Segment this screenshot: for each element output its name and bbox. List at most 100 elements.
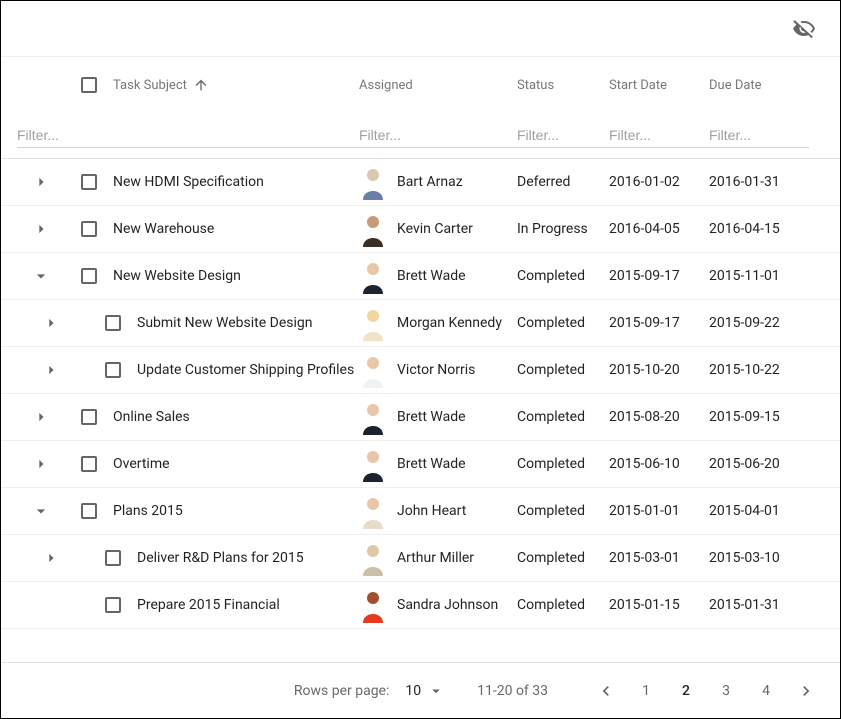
chevron-right-icon[interactable] [41,360,61,380]
status-cell: Completed [517,456,609,472]
row-checkbox[interactable] [105,362,121,378]
filter-due-input[interactable] [709,123,809,148]
chevron-right-icon[interactable] [41,548,61,568]
status-cell: Completed [517,550,609,566]
next-page-button[interactable] [788,673,824,709]
due-date-cell: 2015-09-22 [709,315,809,331]
expand-cell[interactable] [17,407,65,427]
assigned-cell: Kevin Carter [359,211,517,247]
subject-text: Prepare 2015 Financial [137,597,280,613]
assigned-cell: Morgan Kennedy [359,305,517,341]
expand-cell[interactable] [17,313,89,333]
header-subject[interactable]: Task Subject [113,77,359,93]
header-select-all[interactable] [65,77,113,93]
column-header-row: Task Subject Assigned Status Start Date … [1,57,840,113]
header-assigned[interactable]: Assigned [359,78,517,93]
table-row: Prepare 2015 Financial Sandra Johnson Comp… [1,582,840,629]
row-checkbox[interactable] [81,456,97,472]
chevron-right-icon[interactable] [31,172,51,192]
due-date-cell: 2015-10-22 [709,362,809,378]
chevron-right-icon[interactable] [31,219,51,239]
chevron-right-icon[interactable] [31,407,51,427]
subject-cell: Deliver R&D Plans for 2015 [137,550,359,566]
header-start-date[interactable]: Start Date [609,78,709,93]
expand-cell[interactable] [17,501,65,521]
expand-cell[interactable] [17,172,65,192]
row-checkbox[interactable] [105,550,121,566]
header-start-label: Start Date [609,78,667,93]
row-checkbox[interactable] [105,315,121,331]
start-date-cell: 2016-01-02 [609,174,709,190]
subject-cell: Prepare 2015 Financial [137,597,359,613]
assigned-cell: Bart Arnaz [359,164,517,200]
toolbar [1,1,840,57]
due-date-cell: 2016-04-15 [709,221,809,237]
header-due-date[interactable]: Due Date [709,78,809,93]
header-status[interactable]: Status [517,78,609,93]
visibility-off-icon[interactable] [792,17,816,41]
row-checkbox[interactable] [81,174,97,190]
row-checkbox[interactable] [105,597,121,613]
status-cell: Completed [517,409,609,425]
expand-cell[interactable] [17,360,89,380]
start-date-cell: 2015-09-17 [609,268,709,284]
checkbox-cell[interactable] [89,597,137,613]
start-date-text: 2015-01-01 [609,503,680,519]
assigned-name: Brett Wade [397,456,466,472]
checkbox-cell[interactable] [65,503,113,519]
page-button-2[interactable]: 2 [668,673,704,709]
pagination-footer: Rows per page: 10 11-20 of 33 1234 [1,662,840,718]
page-number: 2 [682,683,690,699]
expand-cell[interactable] [17,454,65,474]
checkbox-cell[interactable] [65,268,113,284]
row-checkbox[interactable] [81,268,97,284]
filter-status-input[interactable] [517,123,609,148]
row-checkbox[interactable] [81,409,97,425]
checkbox-cell[interactable] [89,550,137,566]
filter-assigned-input[interactable] [359,123,517,148]
status-text: Completed [517,268,585,284]
due-date-cell: 2016-01-31 [709,174,809,190]
checkbox-cell[interactable] [65,174,113,190]
due-date-cell: 2015-06-20 [709,456,809,472]
avatar [359,305,387,341]
checkbox-cell[interactable] [89,362,137,378]
page-button-3[interactable]: 3 [708,673,744,709]
checkbox-cell[interactable] [89,315,137,331]
chevron-down-icon[interactable] [31,266,51,286]
assigned-name: Sandra Johnson [397,597,498,613]
page-button-4[interactable]: 4 [748,673,784,709]
checkbox-cell[interactable] [65,456,113,472]
checkbox-cell[interactable] [65,221,113,237]
due-date-text: 2015-06-20 [709,456,780,472]
avatar [359,493,387,529]
chevron-right-icon[interactable] [41,313,61,333]
tree-list-container: Task Subject Assigned Status Start Date … [0,0,841,719]
status-text: Completed [517,597,585,613]
filter-subject-input[interactable] [17,123,359,148]
checkbox-cell[interactable] [65,409,113,425]
row-checkbox[interactable] [81,221,97,237]
expand-cell[interactable] [17,548,89,568]
select-all-checkbox[interactable] [81,77,97,93]
page-number: 4 [762,683,770,699]
status-text: Completed [517,409,585,425]
due-date-cell: 2015-09-15 [709,409,809,425]
start-date-text: 2015-06-10 [609,456,680,472]
expand-cell[interactable] [17,266,65,286]
expand-cell[interactable] [17,219,65,239]
chevron-down-icon[interactable] [31,501,51,521]
row-checkbox[interactable] [81,503,97,519]
status-cell: Completed [517,597,609,613]
prev-page-button[interactable] [588,673,624,709]
subject-cell: New HDMI Specification [113,174,359,190]
filter-start-input[interactable] [609,123,709,148]
rows-per-page-select[interactable]: 10 [405,682,445,700]
assigned-cell: Arthur Miller [359,540,517,576]
chevron-right-icon[interactable] [31,454,51,474]
subject-cell: New Website Design [113,268,359,284]
assigned-name: Bart Arnaz [397,174,463,190]
status-text: Completed [517,315,585,331]
page-button-1[interactable]: 1 [628,673,664,709]
avatar [359,446,387,482]
